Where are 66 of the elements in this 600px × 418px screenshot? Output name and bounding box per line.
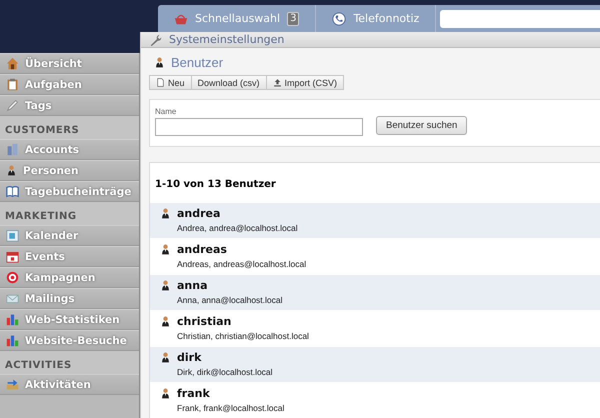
section-heading: CUSTOMERS [0, 116, 139, 139]
user-name: dirk [177, 351, 202, 364]
field-label: Name [155, 107, 178, 116]
tray-arrow-icon [6, 378, 19, 391]
sidebar-item[interactable]: Personen [0, 160, 139, 181]
sidebar-item[interactable]: Tags [0, 95, 139, 116]
user-name: anna [177, 279, 209, 292]
sidebar-item[interactable]: Aktivitäten [0, 374, 139, 395]
person-icon [160, 351, 171, 364]
pencil-icon [6, 99, 19, 112]
person-icon [160, 315, 171, 328]
user-detail: Andrea, andrea@localhost.local [177, 223, 298, 233]
target-icon [6, 271, 19, 284]
user-detail: Christian, christian@localhost.local [177, 331, 309, 341]
person-icon [160, 387, 171, 400]
sidebar-item[interactable]: Accounts [0, 139, 139, 160]
user-name: andreas [177, 243, 228, 256]
user-row[interactable]: anna Anna, anna@localhost.local [150, 274, 600, 310]
envelope-icon [6, 292, 19, 305]
person-icon [6, 164, 17, 177]
book-icon [6, 185, 19, 198]
sidebar-item[interactable]: Website-Besuche [0, 330, 139, 351]
user-row[interactable]: andrea Andrea, andrea@localhost.local [150, 202, 600, 238]
wrench-icon [149, 32, 163, 46]
sidebar-item[interactable]: Kampagnen [0, 267, 139, 288]
calendar-icon [6, 229, 19, 242]
phone-icon [332, 12, 346, 26]
clipboard-icon [6, 78, 19, 91]
window-title: Systemeinstellungen [169, 33, 284, 46]
toolbar-button[interactable]: Download (csv) [192, 75, 267, 90]
user-name: christian [177, 315, 232, 328]
result-count: 1-10 von 13 Benutzer [154, 178, 277, 192]
name-field[interactable] [155, 118, 363, 136]
sidebar-item[interactable]: Aufgaben [0, 74, 139, 95]
sidebar-item[interactable]: Mailings [0, 288, 139, 309]
user-name: frank [177, 387, 211, 400]
search-button[interactable]: Benutzer suchen [376, 116, 468, 134]
user-detail: Andreas, andreas@localhost.local [177, 259, 306, 269]
calendar-icon [6, 250, 19, 263]
upload-icon [272, 78, 282, 87]
person-icon [160, 207, 171, 220]
sidebar-item[interactable]: Kalender [0, 225, 139, 246]
sidebar-item[interactable]: Events [0, 246, 139, 267]
building-icon [6, 143, 19, 156]
person-icon [160, 243, 171, 256]
page-title: Benutzer [171, 54, 224, 70]
toolbar-button[interactable]: Import (CSV) [266, 75, 344, 90]
sidebar-item[interactable]: Web-Statistiken [0, 309, 139, 330]
sidebar-item[interactable]: Tagebucheinträge [0, 181, 139, 202]
person-icon [154, 56, 165, 68]
count-badge: 3 [287, 12, 300, 26]
section-heading: ACTIVITIES [0, 351, 139, 374]
user-name: andrea [177, 207, 222, 220]
bar-chart-icon [6, 313, 19, 326]
toolbar-button[interactable]: Neu [149, 75, 192, 90]
user-row[interactable]: dirk Dirk, dirk@localhost.local [150, 346, 600, 382]
house-icon [6, 57, 19, 70]
user-detail: Frank, frank@localhost.local [177, 403, 284, 413]
user-detail: Anna, anna@localhost.local [177, 295, 283, 305]
person-icon [160, 279, 171, 292]
user-detail: Dirk, dirk@localhost.local [177, 367, 273, 377]
search-field[interactable] [440, 10, 600, 28]
bar-chart-icon [6, 334, 19, 347]
document-icon [156, 78, 165, 87]
section-heading: MARKETING [0, 202, 139, 225]
sidebar-item[interactable]: Übersicht [0, 53, 139, 74]
